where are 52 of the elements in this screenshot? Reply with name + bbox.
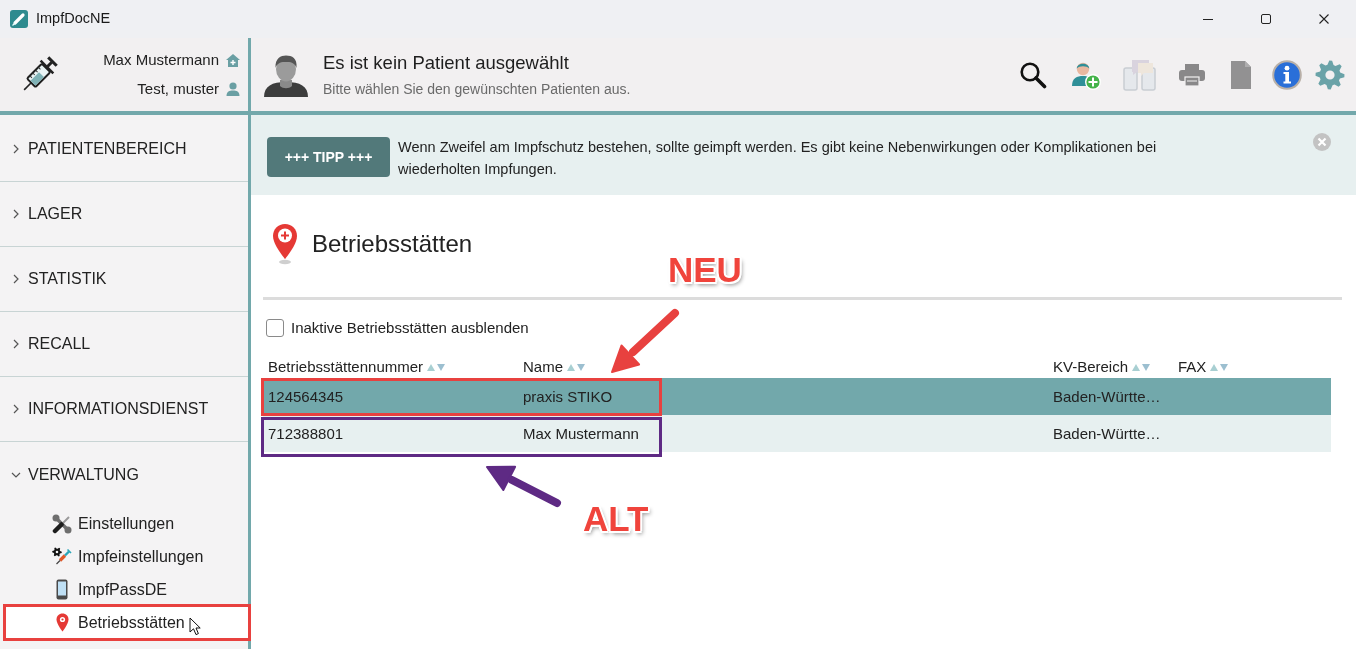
map-pin-icon [55, 613, 69, 632]
tools-icon [52, 513, 72, 534]
table-row[interactable]: 124564345 praxis STIKO Baden-Württe… [263, 378, 1331, 415]
table-cell: 124564345 [268, 387, 344, 405]
checkbox-label[interactable]: Inaktive Betriebsstätten ausblenden [291, 318, 529, 338]
maximize-icon[interactable] [1261, 14, 1271, 24]
app-icon [10, 10, 28, 28]
phone-icon [56, 579, 68, 600]
column-header[interactable]: Betriebsstättennummer [268, 358, 446, 376]
sidebar-section[interactable]: VERWALTUNG [0, 442, 248, 507]
sidebar-section[interactable]: LAGER [0, 182, 248, 247]
map-pin-icon [272, 223, 298, 265]
gear-syringe-icon [52, 546, 72, 567]
sidebar-section[interactable]: INFORMATIONSDIENST [0, 377, 248, 442]
sort-icon[interactable] [1210, 362, 1229, 372]
checkbox[interactable] [266, 319, 284, 337]
table-row[interactable]: 712388801 Max Mustermann Baden-Württe… [263, 415, 1331, 452]
column-header[interactable]: FAX [1178, 358, 1229, 376]
tip-text: Wenn Zweifel am Impfschutz bestehen, sollte geimpft werden. Es gibt keine Nebenwirkungen oder Komplikationen bei wiederholten Impfungen. [398, 138, 1158, 179]
page-title: Betriebsstätten [312, 229, 473, 259]
column-header[interactable]: Name [523, 358, 585, 376]
user-name: Max Mustermann [103, 50, 219, 70]
table-cell: 712388801 [268, 424, 344, 442]
column-header[interactable]: KV-Bereich [1053, 358, 1151, 376]
sidebar-item[interactable]: Betriebsstätten [5, 606, 248, 639]
sidebar-section[interactable]: RECALL [0, 312, 248, 377]
table-cell: Max Mustermann [523, 424, 639, 442]
sort-icon[interactable] [1132, 362, 1151, 372]
house-icon [226, 53, 240, 67]
person-icon [226, 82, 240, 96]
table-cell: Baden-Württe… [1053, 424, 1161, 442]
table-cell: Baden-Württe… [1053, 387, 1161, 405]
sidebar-item[interactable]: ImpfPassDE [5, 573, 248, 606]
info-icon[interactable] [1271, 59, 1302, 90]
callout-label: ALT [583, 500, 649, 538]
sidebar-item[interactable]: Impfeinstellungen [5, 540, 248, 573]
sort-icon[interactable] [567, 362, 585, 372]
table-cell: praxis STIKO [523, 387, 613, 405]
settings-icon[interactable] [1315, 59, 1345, 90]
account-name: Test, muster [137, 79, 219, 99]
mouse-pointer-icon [189, 617, 201, 636]
sort-icon[interactable] [427, 362, 446, 372]
patient-status-title: Es ist kein Patient ausgewählt [323, 51, 570, 74]
sidebar-item[interactable]: Einstellungen [5, 507, 248, 540]
callout-label: NEU [668, 251, 742, 289]
sidebar-section[interactable]: STATISTIK [0, 247, 248, 312]
search-icon[interactable] [1019, 60, 1047, 89]
window-title: ImpfDocNE [36, 9, 111, 29]
close-icon[interactable] [1319, 14, 1329, 24]
patient-status-hint: Bitte wählen Sie den gewünschten Patienten aus. [323, 79, 631, 98]
tip-badge: +++ TIPP +++ [267, 137, 390, 177]
sidebar-section[interactable]: PATIENTENBEREICH [0, 117, 248, 182]
